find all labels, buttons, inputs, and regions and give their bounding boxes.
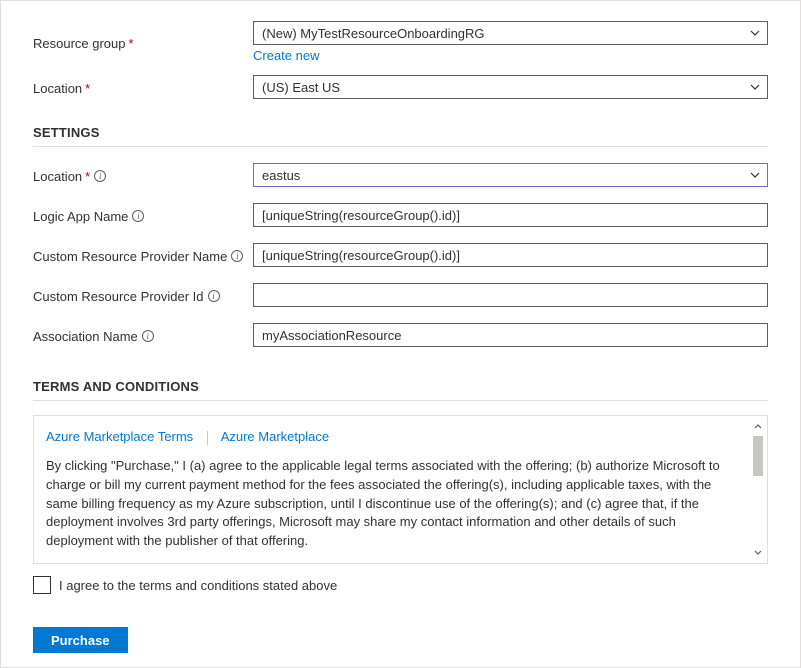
required-asterisk: * bbox=[85, 169, 90, 184]
resource-group-value: (New) MyTestResourceOnboardingRG bbox=[262, 26, 485, 41]
location-settings-label: Location * i bbox=[33, 167, 253, 184]
crp-id-input[interactable] bbox=[253, 283, 768, 307]
crp-id-row: Custom Resource Provider Id i bbox=[33, 281, 768, 309]
info-icon[interactable]: i bbox=[132, 210, 144, 222]
scroll-up-icon[interactable] bbox=[751, 420, 765, 434]
association-name-row: Association Name i myAssociationResource bbox=[33, 321, 768, 349]
terms-links: Azure Marketplace Terms Azure Marketplac… bbox=[46, 428, 739, 447]
resource-group-row: Resource group * (New) MyTestResourceOnb… bbox=[33, 21, 768, 63]
create-new-link[interactable]: Create new bbox=[253, 48, 319, 63]
location-top-label: Location * bbox=[33, 79, 253, 96]
association-name-value: myAssociationResource bbox=[262, 328, 401, 343]
terms-scrollbar[interactable] bbox=[751, 420, 765, 559]
info-icon[interactable]: i bbox=[142, 330, 154, 342]
association-name-label-text: Association Name bbox=[33, 329, 138, 344]
azure-marketplace-link[interactable]: Azure Marketplace bbox=[221, 429, 329, 444]
location-top-row: Location * (US) East US bbox=[33, 73, 768, 101]
agree-label: I agree to the terms and conditions stat… bbox=[59, 578, 337, 593]
logic-app-name-value: [uniqueString(resourceGroup().id)] bbox=[262, 208, 460, 223]
settings-divider bbox=[33, 146, 768, 147]
crp-name-label: Custom Resource Provider Name i bbox=[33, 247, 253, 264]
info-icon[interactable]: i bbox=[208, 290, 220, 302]
scroll-down-icon[interactable] bbox=[751, 545, 765, 559]
logic-app-name-label-text: Logic App Name bbox=[33, 209, 128, 224]
crp-name-row: Custom Resource Provider Name i [uniqueS… bbox=[33, 241, 768, 269]
agree-checkbox[interactable] bbox=[33, 576, 51, 594]
location-top-label-text: Location bbox=[33, 81, 82, 96]
purchase-button[interactable]: Purchase bbox=[33, 627, 128, 653]
association-name-label: Association Name i bbox=[33, 327, 253, 344]
resource-group-label: Resource group * bbox=[33, 34, 253, 51]
logic-app-name-label: Logic App Name i bbox=[33, 207, 253, 224]
location-settings-value: eastus bbox=[262, 168, 300, 183]
association-name-input[interactable]: myAssociationResource bbox=[253, 323, 768, 347]
crp-id-label: Custom Resource Provider Id i bbox=[33, 287, 253, 304]
crp-name-label-text: Custom Resource Provider Name bbox=[33, 249, 227, 264]
scrollbar-thumb[interactable] bbox=[753, 436, 763, 476]
info-icon[interactable]: i bbox=[231, 250, 243, 262]
required-asterisk: * bbox=[85, 81, 90, 96]
location-top-dropdown[interactable]: (US) East US bbox=[253, 75, 768, 99]
azure-marketplace-terms-link[interactable]: Azure Marketplace Terms bbox=[46, 429, 193, 444]
link-separator bbox=[207, 431, 208, 445]
crp-id-label-text: Custom Resource Provider Id bbox=[33, 289, 204, 304]
agree-row: I agree to the terms and conditions stat… bbox=[33, 576, 768, 594]
terms-box: Azure Marketplace Terms Azure Marketplac… bbox=[33, 415, 768, 564]
terms-body-text: By clicking "Purchase," I (a) agree to t… bbox=[46, 457, 739, 551]
terms-divider bbox=[33, 400, 768, 401]
location-settings-label-text: Location bbox=[33, 169, 82, 184]
chevron-down-icon bbox=[749, 169, 761, 181]
resource-group-label-text: Resource group bbox=[33, 36, 126, 51]
deployment-form: Resource group * (New) MyTestResourceOnb… bbox=[0, 0, 801, 668]
location-top-value: (US) East US bbox=[262, 80, 340, 95]
location-settings-dropdown[interactable]: eastus bbox=[253, 163, 768, 187]
crp-name-value: [uniqueString(resourceGroup().id)] bbox=[262, 248, 460, 263]
info-icon[interactable]: i bbox=[94, 170, 106, 182]
chevron-down-icon bbox=[749, 27, 761, 39]
resource-group-dropdown[interactable]: (New) MyTestResourceOnboardingRG bbox=[253, 21, 768, 45]
crp-name-input[interactable]: [uniqueString(resourceGroup().id)] bbox=[253, 243, 768, 267]
logic-app-name-row: Logic App Name i [uniqueString(resourceG… bbox=[33, 201, 768, 229]
chevron-down-icon bbox=[749, 81, 761, 93]
terms-content: Azure Marketplace Terms Azure Marketplac… bbox=[34, 416, 767, 563]
location-settings-row: Location * i eastus bbox=[33, 161, 768, 189]
logic-app-name-input[interactable]: [uniqueString(resourceGroup().id)] bbox=[253, 203, 768, 227]
terms-heading: TERMS AND CONDITIONS bbox=[33, 379, 768, 394]
required-asterisk: * bbox=[129, 36, 134, 51]
settings-heading: SETTINGS bbox=[33, 125, 768, 140]
